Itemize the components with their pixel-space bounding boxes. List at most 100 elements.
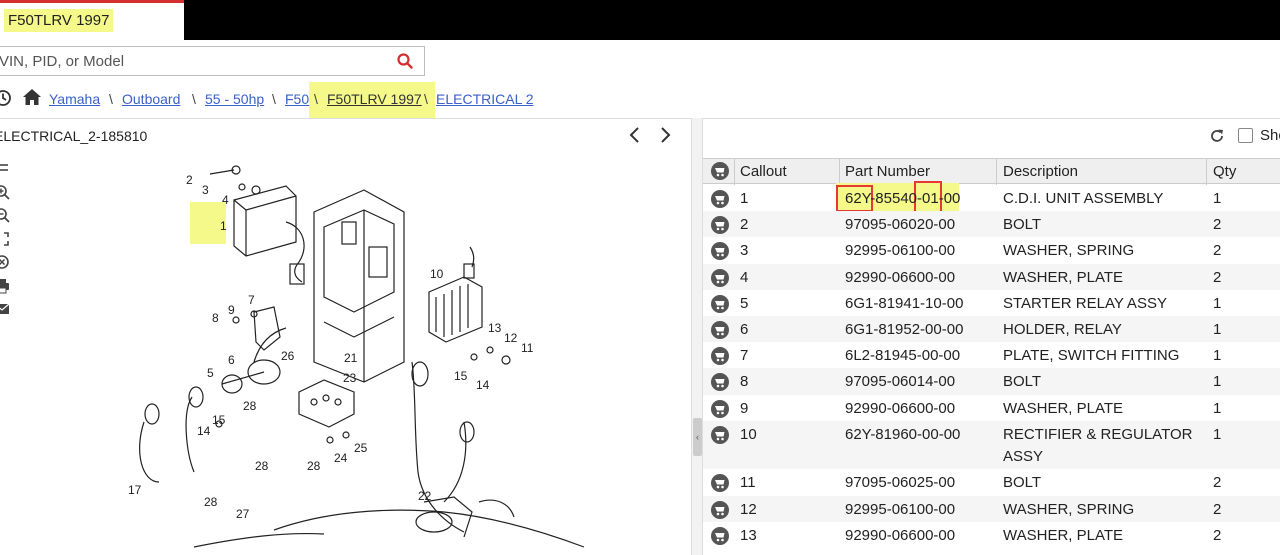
svg-text:23: 23 — [343, 371, 357, 385]
svg-text:1: 1 — [220, 219, 227, 233]
add-to-cart-icon[interactable] — [711, 474, 729, 493]
row-callout: 5 — [740, 294, 749, 312]
breadcrumb-electrical-2[interactable]: ELECTRICAL 2 — [436, 91, 534, 107]
column-header-description[interactable]: Description — [1003, 163, 1078, 180]
table-row[interactable]: 7 6L2-81945-00-00 PLATE, SWITCH FITTING 1 — [703, 342, 1280, 368]
panel-splitter[interactable]: ‹ — [691, 118, 703, 555]
row-part-number[interactable]: 92990-06600-00 — [845, 398, 955, 420]
bolt-part — [326, 436, 334, 444]
table-row[interactable]: 9 92990-06600-00 WASHER, PLATE 1 — [703, 395, 1280, 421]
zoom-out-icon[interactable] — [0, 207, 10, 223]
parts-diagram[interactable]: 1 2 3 4 5 6 7 8 9 10 11 12 13 14 15 15 1… — [24, 152, 690, 555]
table-row[interactable]: 3 92995-06100-00 WASHER, SPRING 2 — [703, 237, 1280, 263]
add-to-cart-icon[interactable] — [711, 268, 729, 287]
table-row[interactable]: 11 97095-06025-00 BOLT 2 — [703, 469, 1280, 495]
show-label: Sho — [1260, 127, 1280, 144]
svg-text:10: 10 — [430, 267, 444, 281]
refresh-icon[interactable] — [1209, 128, 1225, 144]
search-input[interactable] — [0, 47, 379, 75]
breadcrumb-outboard[interactable]: Outboard — [122, 91, 180, 107]
row-part-number[interactable]: 92995-06100-00 — [845, 240, 955, 262]
row-part-number[interactable]: 62Y-81960-00-00 — [845, 424, 960, 446]
fit-screen-icon[interactable] — [0, 231, 10, 247]
breadcrumb-separator: \ — [272, 91, 276, 107]
row-part-number[interactable]: 6G1-81941-10-00 — [845, 293, 963, 315]
row-part-number[interactable]: 97095-06025-00 — [845, 472, 955, 494]
row-qty: 2 — [1213, 268, 1222, 286]
table-row[interactable]: 6 6G1-81952-00-00 HOLDER, RELAY 1 — [703, 316, 1280, 343]
row-part-number[interactable]: 97095-06020-00 — [845, 214, 955, 236]
washer-part — [486, 346, 494, 354]
table-row[interactable]: 5 6G1-81941-10-00 STARTER RELAY ASSY 1 — [703, 290, 1280, 316]
table-row[interactable]: 10 62Y-81960-00-00 RECTIFIER & REGULATOR A… — [703, 420, 1280, 470]
print-icon[interactable] — [0, 278, 10, 294]
add-to-cart-icon[interactable] — [711, 399, 729, 418]
table-row[interactable]: 1 62Y-85540-01-00 C.D.I. UNIT ASSEMBLY 1 — [703, 181, 1280, 214]
svg-text:27: 27 — [236, 507, 250, 521]
breadcrumb-model[interactable]: F50TLRV 1997 — [327, 91, 422, 107]
add-to-cart-icon[interactable] — [711, 373, 729, 392]
table-row[interactable]: 13 92990-06600-00 WASHER, PLATE 2 — [703, 522, 1280, 548]
diagram-title: ELECTRICAL_2-185810 — [0, 128, 148, 144]
row-description: HOLDER, RELAY — [1003, 321, 1122, 338]
rectifier-regulator-part — [428, 246, 483, 343]
show-checkbox[interactable] — [1238, 128, 1253, 143]
add-to-cart-icon[interactable] — [711, 190, 729, 208]
harness-part — [273, 509, 585, 548]
table-row[interactable]: 4 92990-06600-00 WASHER, PLATE 2 — [703, 263, 1280, 290]
table-row[interactable]: 12 92995-06100-00 WASHER, SPRING 2 — [703, 495, 1280, 522]
tab-active[interactable]: F50TLRV 1997 — [0, 0, 184, 40]
add-to-cart-icon[interactable] — [711, 294, 729, 313]
row-part-number[interactable]: 6L2-81945-00-00 — [845, 345, 960, 367]
add-to-cart-icon[interactable] — [711, 526, 729, 545]
column-header-part-number[interactable]: Part Number — [845, 163, 930, 180]
svg-text:6: 6 — [228, 353, 235, 367]
zoom-in-icon[interactable] — [0, 184, 10, 200]
history-icon[interactable] — [0, 89, 12, 107]
cable-part — [139, 421, 160, 483]
row-part-number[interactable]: 97095-06014-00 — [845, 371, 955, 393]
washer-part — [470, 353, 478, 361]
row-qty: 1 — [1213, 425, 1222, 443]
svg-text:3: 3 — [202, 183, 209, 197]
add-to-cart-icon[interactable] — [711, 347, 729, 366]
table-row[interactable]: 2 97095-06020-00 BOLT 2 — [703, 211, 1280, 238]
svg-text:28: 28 — [255, 459, 269, 473]
breadcrumb: Yamaha \ Outboard \ 55 - 50hp \ F50 \ F5… — [0, 82, 700, 118]
email-icon[interactable] — [0, 301, 10, 317]
breadcrumb-yamaha[interactable]: Yamaha — [49, 91, 100, 107]
previous-diagram-icon[interactable] — [626, 126, 644, 144]
breadcrumb-55-50hp[interactable]: 55 - 50hp — [205, 91, 264, 107]
add-to-cart-icon[interactable] — [711, 425, 729, 444]
reset-icon[interactable] — [0, 254, 10, 270]
terminal-block-part — [298, 379, 355, 428]
home-icon[interactable] — [22, 88, 42, 106]
breadcrumb-f50[interactable]: F50 — [285, 91, 309, 107]
washer-part — [342, 431, 350, 439]
add-to-cart-icon[interactable] — [711, 500, 729, 519]
row-part-number[interactable]: 62Y-85540-01-00 — [845, 188, 960, 210]
table-row[interactable]: 8 97095-06014-00 BOLT 1 — [703, 368, 1280, 395]
row-description: WASHER, SPRING — [1003, 242, 1135, 260]
add-to-cart-icon[interactable] — [711, 321, 729, 339]
next-diagram-icon[interactable] — [656, 126, 674, 144]
row-part-number[interactable]: 92995-06100-00 — [845, 499, 955, 521]
svg-text:12: 12 — [504, 331, 518, 345]
cart-icon[interactable] — [711, 162, 729, 180]
collapse-handle[interactable]: ‹ — [693, 418, 702, 456]
menu-icon[interactable] — [0, 160, 10, 176]
column-header-callout[interactable]: Callout — [740, 163, 787, 180]
row-description: C.D.I. UNIT ASSEMBLY — [1003, 190, 1164, 207]
row-description: RECTIFIER & REGULATOR ASSY — [1003, 425, 1193, 465]
row-part-number[interactable]: 6G1-81952-00-00 — [845, 319, 963, 341]
search-icon[interactable] — [396, 52, 414, 70]
add-to-cart-icon[interactable] — [711, 242, 729, 261]
add-to-cart-icon[interactable] — [711, 216, 729, 235]
svg-text:21: 21 — [344, 351, 358, 365]
column-header-qty[interactable]: Qty — [1213, 163, 1236, 180]
row-part-number[interactable]: 92990-06600-00 — [845, 267, 955, 289]
row-qty: 1 — [1213, 399, 1222, 417]
row-description: PLATE, SWITCH FITTING — [1003, 347, 1180, 365]
cdi-unit-part — [233, 185, 305, 285]
row-part-number[interactable]: 92990-06600-00 — [845, 525, 955, 547]
